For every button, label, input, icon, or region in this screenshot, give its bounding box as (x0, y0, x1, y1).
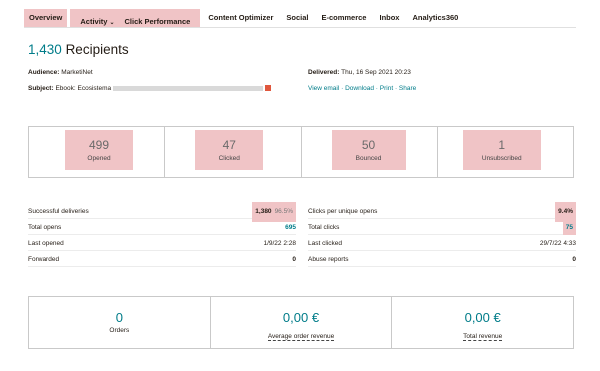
tab-analytics360-label: Analytics360 (412, 12, 459, 22)
tab-overview[interactable]: Overview (24, 8, 68, 27)
subject-redacted (113, 85, 264, 91)
stat-bounced-value: 50 (361, 138, 376, 152)
kv-value: 29/7/22 4:33 (539, 240, 576, 247)
email-actions-links[interactable]: View email · Download · Print · Share (308, 84, 416, 93)
stat-clicked: 47 Clicked (165, 127, 302, 177)
subject-row: Subject: Ebook: Ecosistema (28, 84, 272, 93)
stat-opened-value: 499 (88, 138, 110, 152)
revenue-box: 0 Orders 0,00 € Average order revenue 0,… (28, 296, 574, 349)
stat-bounced-label: Bounced (355, 155, 382, 162)
kv-total-clicks: Total clicks 75 (308, 220, 576, 235)
tab-inbox[interactable]: Inbox (374, 9, 404, 27)
page-title: 1,430 Recipients (28, 42, 129, 57)
audience-row: Audience: MarketiNet (28, 68, 93, 77)
tab-social[interactable]: Social (281, 9, 313, 27)
tab-click-performance-label: Click Performance (124, 16, 191, 26)
kv-label: Successful deliveries (28, 208, 89, 215)
kv-total-opens: Total opens 695 (28, 221, 296, 235)
tab-content-optimizer-label: Content Optimizer (208, 12, 274, 22)
stat-unsubscribed-label: Unsubscribed (481, 155, 522, 162)
kv-value: 9.4% (558, 208, 573, 215)
tab-inbox-label: Inbox (379, 12, 400, 22)
kv-value[interactable]: 75 (566, 224, 573, 231)
kv-value[interactable]: 695 (285, 224, 296, 231)
chevron-down-icon: ⌄ (109, 19, 115, 26)
tab-overview-label: Overview (29, 12, 63, 22)
stat-unsubscribed-value: 1 (498, 138, 506, 152)
stat-clicked-value: 47 (222, 138, 236, 152)
tab-social-label: Social (286, 12, 309, 22)
subject-label: Subject: (28, 85, 54, 92)
report-tabs: Overview Activity ⌄ Click Performance Con… (24, 8, 576, 28)
subject-value: Ebook: Ecosistema (55, 85, 112, 92)
kv-abuse-reports: Abuse reports 0 (308, 253, 576, 267)
gift-icon (265, 85, 272, 92)
kv-label: Total clicks (308, 224, 340, 231)
stat-opened: 499 Opened (29, 127, 166, 177)
stats-box: 499 Opened 47 Clicked 50 Bounced 1 Unsub… (28, 126, 574, 178)
kv-last-opened: Last opened 1/9/22 2:28 (28, 237, 296, 251)
stat-bounced: 50 Bounced (302, 127, 438, 177)
stat-clicked-label: Clicked (218, 155, 240, 162)
kv-label: Last clicked (308, 240, 342, 247)
revenue-orders-label: Orders (109, 327, 130, 334)
kv-label: Abuse reports (308, 256, 349, 263)
delivered-label: Delivered: (308, 69, 340, 76)
revenue-orders-value: 0 (115, 310, 123, 325)
kv-clicks-per-unique-opens: Clicks per unique opens 9.4% (308, 201, 576, 222)
tab-activity-label: Activity (80, 16, 108, 26)
kv-value: 0 (572, 256, 576, 263)
revenue-average-order: 0,00 € Average order revenue (211, 297, 393, 348)
kv-label: Forwarded (28, 256, 60, 263)
revenue-total-value: 0,00 € (464, 310, 501, 325)
stat-opened-label: Opened (87, 155, 111, 162)
tab-ecommerce-label: E-commerce (321, 12, 367, 22)
kv-label: Last opened (28, 240, 64, 247)
kv-label: Clicks per unique opens (308, 208, 378, 215)
stat-unsubscribed: 1 Unsubscribed (438, 127, 573, 177)
kv-last-clicked: Last clicked 29/7/22 4:33 (308, 237, 576, 251)
kv-value-highlight: 1,380 96.5% (252, 201, 296, 222)
kv-value: 1,380 (255, 208, 272, 215)
tab-content-optimizer[interactable]: Content Optimizer (203, 9, 278, 27)
kv-label: Total opens (28, 224, 62, 231)
kv-successful-deliveries: Successful deliveries 1,380 96.5% (28, 201, 296, 222)
tab-ecommerce[interactable]: E-commerce (316, 9, 371, 27)
delivered-row: Delivered: Thu, 16 Sep 2021 20:23 (308, 68, 411, 77)
revenue-total-label[interactable]: Total revenue (463, 333, 503, 341)
revenue-average-order-value: 0,00 € (282, 310, 320, 325)
audience-value: MarketiNet (61, 69, 93, 76)
revenue-total: 0,00 € Total revenue (392, 297, 573, 348)
delivered-value: Thu, 16 Sep 2021 20:23 (341, 69, 411, 76)
revenue-orders: 0 Orders (29, 297, 211, 348)
revenue-average-order-label[interactable]: Average order revenue (267, 333, 335, 341)
kv-value-highlight: 75 (562, 220, 576, 235)
kv-forwarded: Forwarded 0 (28, 253, 296, 267)
kv-value: 1/9/22 2:28 (263, 240, 296, 247)
tab-analytics360[interactable]: Analytics360 (407, 9, 463, 27)
tab-click-performance[interactable]: Click Performance (119, 13, 195, 31)
kv-value-highlight: 9.4% (555, 201, 576, 222)
recipients-count: 1,430 (28, 42, 62, 57)
kv-value: 0 (292, 256, 296, 263)
audience-label: Audience: (28, 69, 60, 76)
kv-percent: 96.5% (274, 208, 293, 215)
tab-activity[interactable]: Activity ⌄ (75, 13, 119, 31)
recipients-label: Recipients (65, 42, 129, 57)
tab-group-highlight: Activity ⌄ Click Performance (70, 8, 201, 27)
